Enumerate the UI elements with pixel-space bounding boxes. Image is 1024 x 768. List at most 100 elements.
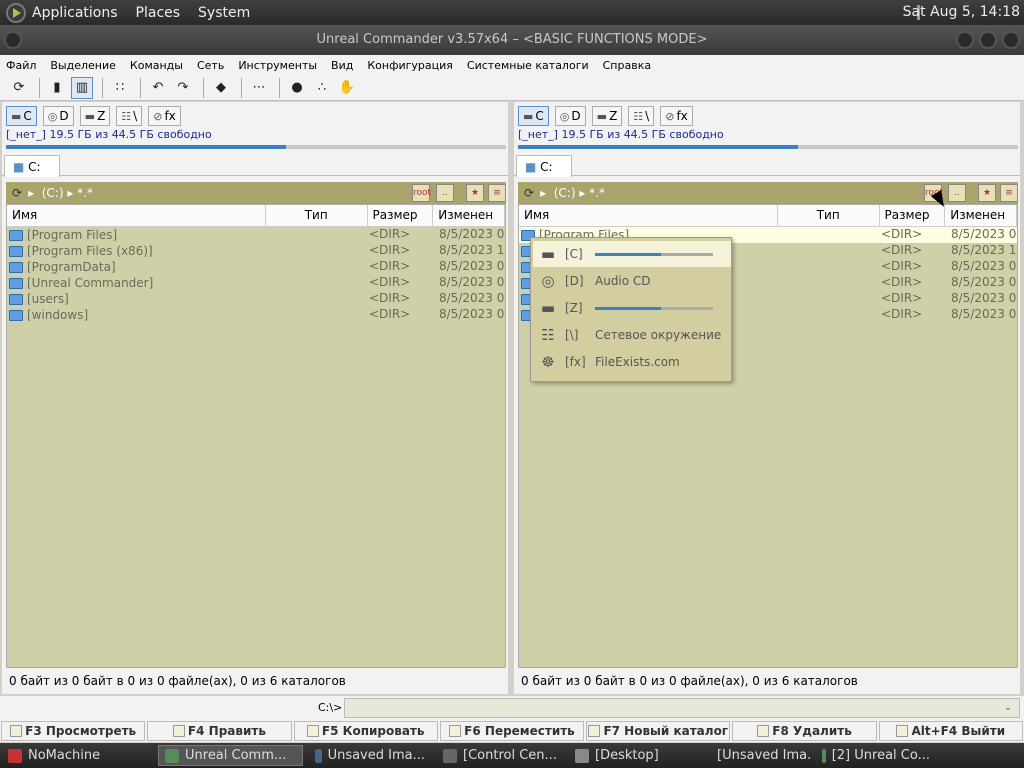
fkey-button-4[interactable]: F7 Новый каталог (586, 721, 731, 741)
command-prompt: C:\> (318, 701, 343, 714)
history-list-icon[interactable]: ≡ (488, 184, 506, 202)
drive-button-0[interactable]: ▬ C (6, 106, 37, 126)
file-date: 8/5/2023 09:0 (951, 227, 1017, 241)
fkey-icon (10, 725, 23, 737)
taskbar-item[interactable]: [Desktop] (569, 745, 699, 766)
column-header-0[interactable]: Имя (519, 205, 778, 226)
drive-popup-item[interactable]: ◎ [D] Audio CD (533, 268, 731, 294)
taskbar-item[interactable]: Unreal Comm... (158, 745, 303, 766)
fkey-button-5[interactable]: F8 Удалить (732, 721, 877, 741)
column-header-1[interactable]: Тип (266, 205, 368, 226)
file-name: [Program Files] (27, 228, 118, 242)
file-row[interactable]: [ProgramData] <DIR> 8/5/2023 08:2 (7, 259, 505, 275)
fkey-button-3[interactable]: F6 Переместить (439, 721, 585, 741)
history-icon[interactable]: ⟳ (12, 186, 22, 200)
refresh-icon[interactable]: ⟳ (8, 77, 30, 99)
minimize-icon[interactable] (956, 31, 974, 49)
path-bar[interactable]: ⟳ ▸ (C:) ▸ *.* root .. ★ ≡ (6, 182, 506, 204)
file-row[interactable]: [users] <DIR> 8/5/2023 06:1 (7, 291, 505, 307)
menu-item-4[interactable]: Инструменты (232, 59, 325, 72)
connect-icon[interactable]: ● (286, 77, 308, 99)
drive-button-1[interactable]: ◎ D (554, 106, 586, 126)
taskbar-item[interactable]: [Control Cen... (437, 745, 563, 766)
clock[interactable]: Sat Aug 5, 14:18 (903, 4, 1020, 20)
history-icon[interactable]: ⟳ (524, 186, 534, 200)
mask-text[interactable]: *.* (589, 186, 605, 200)
fkey-button-0[interactable]: F3 Просмотреть (1, 721, 146, 741)
history-list-icon[interactable]: ≡ (1000, 184, 1018, 202)
favorites-icon[interactable]: ★ (978, 184, 996, 202)
command-input[interactable]: ⌄ (344, 698, 1020, 718)
menu-item-7[interactable]: Системные каталоги (461, 59, 597, 72)
applications-menu[interactable]: Applications (32, 5, 118, 21)
up-dir-icon[interactable]: .. (948, 184, 966, 202)
drive-button-2[interactable]: ▬ Z (591, 106, 623, 126)
mask-text[interactable]: *.* (77, 186, 93, 200)
favorites-icon[interactable]: ★ (466, 184, 484, 202)
archive-icon[interactable]: ◆ (210, 77, 232, 99)
drive-button-2[interactable]: ▬ Z (79, 106, 111, 126)
drive-button-0[interactable]: ▬ C (518, 106, 549, 126)
file-list[interactable]: Имя Тип Размер Изменен [Program Files] <DIR>… (6, 204, 506, 668)
column-header-2[interactable]: Размер (880, 205, 946, 226)
up-dir-icon[interactable]: .. (436, 184, 454, 202)
menu-item-8[interactable]: Справка (597, 59, 659, 72)
path-text[interactable]: (C:) (554, 186, 576, 200)
brief-view-icon[interactable]: ▮ (46, 77, 68, 99)
column-header-1[interactable]: Тип (778, 205, 880, 226)
distro-logo-icon[interactable] (6, 2, 26, 23)
taskbar-item[interactable]: [Unsaved Ima... (705, 745, 810, 766)
path-text[interactable]: (C:) (42, 186, 64, 200)
ftp-icon[interactable]: ∴ (311, 77, 333, 99)
fkey-button-6[interactable]: Alt+F4 Выйти (878, 721, 1023, 741)
drive-button-3[interactable]: ☷ \ (116, 106, 143, 126)
drive-popup-item[interactable]: ▬ [Z] (533, 295, 731, 321)
back-icon[interactable]: ↶ (147, 77, 169, 99)
column-header-2[interactable]: Размер (368, 205, 434, 226)
hand-icon[interactable]: ✋ (336, 77, 358, 99)
dots-icon[interactable]: ⋯ (248, 77, 270, 99)
window-titlebar[interactable]: Unreal Commander v3.57x64 – <BASIC FUNCT… (0, 25, 1024, 55)
file-name: [users] (27, 292, 69, 306)
taskbar-item[interactable]: Unsaved Ima... (309, 745, 431, 766)
root-icon[interactable]: root (412, 184, 431, 202)
file-row[interactable]: [Program Files (x86)] <DIR> 8/5/2023 11:2 (7, 243, 505, 259)
menu-item-0[interactable]: Файл (0, 59, 44, 72)
close-icon[interactable] (1002, 31, 1020, 49)
maximize-icon[interactable] (979, 31, 997, 49)
drive-select-popup[interactable]: ▬ [C] ◎ [D] Audio CD ▬ [Z] ☷ [\] Сетевое окружени… (530, 237, 732, 382)
menu-item-3[interactable]: Сеть (191, 59, 232, 72)
tab-drive-c[interactable]: ■ C: (4, 155, 60, 177)
drive-popup-item[interactable]: ☷ [\] Сетевое окружение (533, 322, 731, 348)
places-menu[interactable]: Places (136, 5, 181, 21)
column-header-3[interactable]: Изменен (945, 205, 1017, 226)
file-row[interactable]: [Program Files] <DIR> 8/5/2023 09:0 (7, 227, 505, 243)
menu-item-5[interactable]: Вид (325, 59, 361, 72)
fkey-button-1[interactable]: F4 Править (147, 721, 292, 741)
menu-item-6[interactable]: Конфигурация (361, 59, 461, 72)
file-row[interactable]: [windows] <DIR> 8/5/2023 09:5 (7, 307, 505, 323)
full-view-icon[interactable]: ▥ (71, 76, 93, 99)
drive-button-4[interactable]: ⊘ fx (148, 106, 181, 126)
toolbar-separator (203, 77, 204, 98)
file-row[interactable]: [Unreal Commander] <DIR> 8/5/2023 02:1 (7, 275, 505, 291)
menu-item-2[interactable]: Команды (124, 59, 191, 72)
fkey-icon (449, 725, 462, 737)
column-header-3[interactable]: Изменен (433, 205, 505, 226)
drive-button-1[interactable]: ◎ D (42, 106, 74, 126)
fkey-button-2[interactable]: F5 Копировать (293, 721, 438, 741)
drive-popup-item[interactable]: ☸ [fx] FileExists.com (533, 349, 731, 375)
drive-button-4[interactable]: ⊘ fx (660, 106, 693, 126)
system-menu[interactable]: System (198, 5, 250, 21)
drive-button-3[interactable]: ☷ \ (628, 106, 655, 126)
chevron-down-icon[interactable]: ⌄ (1001, 702, 1015, 720)
menu-item-1[interactable]: Выделение (44, 59, 124, 72)
taskbar-item[interactable]: NoMachine (2, 745, 152, 766)
forward-icon[interactable]: ↷ (172, 77, 194, 99)
window-menu-icon[interactable] (4, 31, 22, 49)
taskbar-item[interactable]: [2] Unreal Co... (816, 745, 936, 766)
tab-drive-c[interactable]: ■ C: (516, 155, 572, 177)
drive-popup-item[interactable]: ▬ [C] (533, 241, 731, 267)
column-header-0[interactable]: Имя (7, 205, 266, 226)
select-icon[interactable]: ∷ (109, 77, 131, 99)
